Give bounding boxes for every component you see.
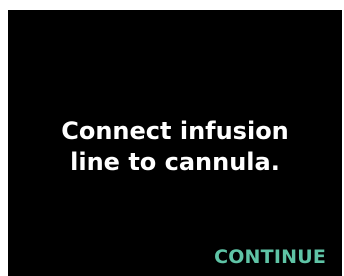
continue-button[interactable]: CONTINUE (210, 242, 330, 272)
device-screen: Connect infusion line to cannula. CONTIN… (8, 10, 342, 276)
instruction-text: Connect infusion line to cannula. (61, 117, 289, 176)
